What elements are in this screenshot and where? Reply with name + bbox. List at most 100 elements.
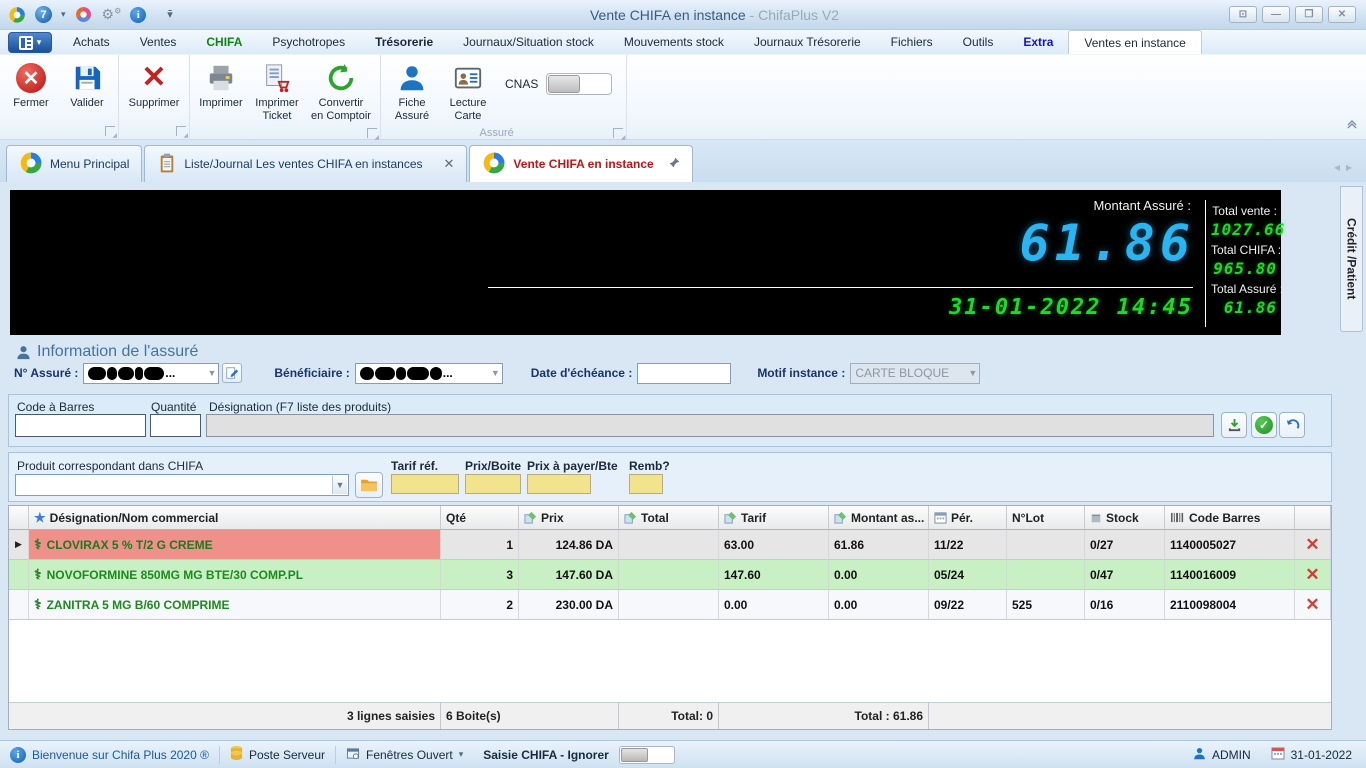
price-tag-icon (724, 511, 737, 524)
prix-boite-input[interactable] (465, 474, 521, 494)
chevron-down-icon[interactable]: ▼ (332, 476, 347, 494)
col-qte[interactable]: Qté (441, 506, 519, 530)
chifaplus-logo-icon (19, 151, 43, 178)
fit-window-button[interactable]: ⊡ (1229, 6, 1257, 23)
delete-row-icon[interactable]: ✕ (1295, 590, 1331, 620)
col-designation[interactable]: ★ Désignation/Nom commercial (29, 506, 441, 530)
cnas-toggle[interactable] (546, 73, 613, 95)
current-user[interactable]: ADMIN (1183, 747, 1261, 763)
current-date[interactable]: 31-01-2022 (1261, 746, 1366, 763)
menu-outils[interactable]: Outils (948, 30, 1009, 54)
credit-patient-side-tab[interactable]: Crédit /Patient (1340, 186, 1363, 332)
col-code-barres[interactable]: Code Barres (1165, 506, 1295, 530)
dialog-launcher-icon[interactable] (105, 126, 117, 139)
col-total[interactable]: Total (619, 506, 719, 530)
dialog-launcher-icon[interactable] (613, 127, 625, 141)
tarif-ref-input[interactable] (391, 474, 459, 494)
import-button[interactable] (1221, 412, 1247, 438)
menu-fichiers[interactable]: Fichiers (876, 30, 948, 54)
delete-row-icon[interactable]: ✕ (1295, 530, 1331, 560)
toolbar-overflow-icon[interactable]: ▾̄ (167, 8, 173, 21)
info-icon: i (10, 746, 26, 763)
fiche-assure-button[interactable]: Fiche Assuré (385, 59, 439, 126)
table-row[interactable]: ⚕ ZANITRA 5 MG B/60 COMPRIME 2 230.00 DA … (9, 590, 1331, 620)
menu-ventes[interactable]: Ventes (125, 30, 192, 54)
summary-lines: 3 lignes saisies (29, 703, 441, 729)
assure-group-label: Assuré (479, 126, 514, 139)
tab-liste-journal[interactable]: Liste/Journal Les ventes CHIFA en instan… (144, 145, 468, 182)
display-divider (488, 287, 1193, 288)
lecture-carte-button[interactable]: Lecture Carte (441, 59, 495, 126)
echeance-input[interactable] (637, 362, 732, 384)
menu-psychotropes[interactable]: Psychotropes (257, 30, 360, 54)
menu-ventes-en-instance[interactable]: Ventes en instance (1068, 30, 1202, 54)
table-row[interactable]: ▶ ⚕ CLOVIRAX 5 % T/2 G CREME 1 124.86 DA … (9, 530, 1331, 560)
imprimer-ticket-button[interactable]: Imprimer Ticket (250, 59, 304, 126)
menu-mouvements-stock[interactable]: Mouvements stock (609, 30, 739, 54)
table-row[interactable]: ⚕ NOVOFORMINE 850MG MG BTE/30 COMP.PL 3 1… (9, 560, 1331, 590)
minimize-button[interactable]: — (1262, 6, 1290, 23)
pharmacy-icon: ⚕ (34, 566, 42, 582)
produit-chifa-panel: Produit correspondant dans CHIFA ▼ Tarif… (8, 452, 1332, 502)
chevron-down-icon[interactable]: ▼ (207, 368, 216, 378)
tab-vente-chifa-en-instance[interactable]: Vente CHIFA en instance (469, 145, 693, 182)
info-icon[interactable]: i (130, 6, 147, 23)
confirm-button[interactable]: ✓ (1251, 412, 1277, 438)
tab-close-icon[interactable]: ✕ (444, 156, 455, 172)
motif-instance-dropdown[interactable]: CARTE BLOQUE ▼ (850, 362, 981, 384)
saisie-chifa-label: Saisie CHIFA - Ignorer (483, 747, 609, 762)
num-assure-combo[interactable]: ... ▼ (83, 362, 220, 384)
supprimer-button[interactable]: ✕ Supprimer (123, 59, 185, 113)
prix-payer-input[interactable] (527, 474, 591, 494)
dialog-launcher-icon[interactable] (367, 127, 379, 141)
window-title: Vente CHIFA en instance - ChifaPlus V2 (589, 6, 840, 23)
delete-row-icon[interactable]: ✕ (1295, 560, 1331, 590)
quantite-input[interactable] (150, 414, 201, 437)
beneficiaire-combo[interactable]: ... ▼ (354, 362, 503, 384)
col-tarif[interactable]: Tarif (719, 506, 829, 530)
menu-journaux-situation-stock[interactable]: Journaux/Situation stock (448, 30, 609, 54)
col-montant[interactable]: Montant as... (829, 506, 929, 530)
chevron-down-icon[interactable]: ▼ (491, 368, 500, 378)
restore-button[interactable]: ❐ (1295, 6, 1323, 23)
main-menu-button[interactable]: ▾ (8, 32, 52, 53)
windows7-menu-icon[interactable]: 7 (35, 6, 52, 23)
title-bar: 7 ▾ ⚙⚙ i ▾̄ Vente CHIFA en instance - Ch… (0, 0, 1366, 30)
menu-tresorerie[interactable]: Trésorerie (360, 30, 448, 54)
col-prix[interactable]: Prix (519, 506, 619, 530)
dialog-launcher-icon[interactable] (176, 126, 188, 139)
code-barres-input[interactable] (15, 414, 146, 437)
col-stock[interactable]: Stock (1085, 506, 1165, 530)
fenetres-ouvert-dropdown[interactable]: Fenêtres Ouvert ▾ (336, 741, 473, 768)
valider-button[interactable]: Valider (60, 59, 114, 113)
chevron-down-icon[interactable]: ▾ (61, 9, 66, 20)
tab-menu-principal[interactable]: Menu Principal (6, 145, 143, 182)
produit-chifa-combo[interactable]: ▼ (15, 474, 349, 496)
color-wheel-icon[interactable] (75, 6, 93, 24)
designation-input[interactable] (206, 414, 1214, 437)
pin-icon[interactable] (669, 157, 680, 171)
fermer-button[interactable]: ✕ Fermer (4, 59, 58, 113)
imprimer-button[interactable]: Imprimer (194, 59, 248, 113)
close-button[interactable]: ✕ (1328, 6, 1356, 23)
menu-extra[interactable]: Extra (1008, 30, 1068, 54)
edit-assure-button[interactable] (222, 363, 243, 383)
browse-folder-button[interactable] (355, 472, 383, 498)
pharmacy-icon: ⚕ (34, 536, 42, 552)
convertir-en-comptoir-button[interactable]: Convertir en Comptoir (306, 59, 376, 126)
tab-scroll-arrows[interactable]: ◂▸ (1334, 160, 1358, 174)
undo-button[interactable] (1279, 412, 1305, 438)
pharmacy-icon: ⚕ (34, 596, 42, 612)
designation-label: Désignation (F7 liste des produits) (209, 400, 392, 414)
ribbon-collapse-icon[interactable] (1344, 120, 1360, 134)
settings-gears-icon[interactable]: ⚙⚙ (102, 6, 122, 23)
remb-input[interactable] (629, 474, 663, 494)
col-per[interactable]: Pér. (929, 506, 1007, 530)
saisie-chifa-toggle[interactable] (618, 745, 675, 764)
menu-chifa[interactable]: CHIFA (191, 30, 257, 54)
ribbon-group-assure: Fiche Assuré Lecture Carte CNAS Assuré (381, 55, 628, 141)
entry-panel: Code à Barres Quantité Désignation (F7 l… (8, 394, 1332, 447)
menu-achats[interactable]: Achats (58, 30, 125, 54)
menu-journaux-tresorerie[interactable]: Journaux Trésorerie (739, 30, 876, 54)
col-lot[interactable]: N°Lot (1007, 506, 1085, 530)
